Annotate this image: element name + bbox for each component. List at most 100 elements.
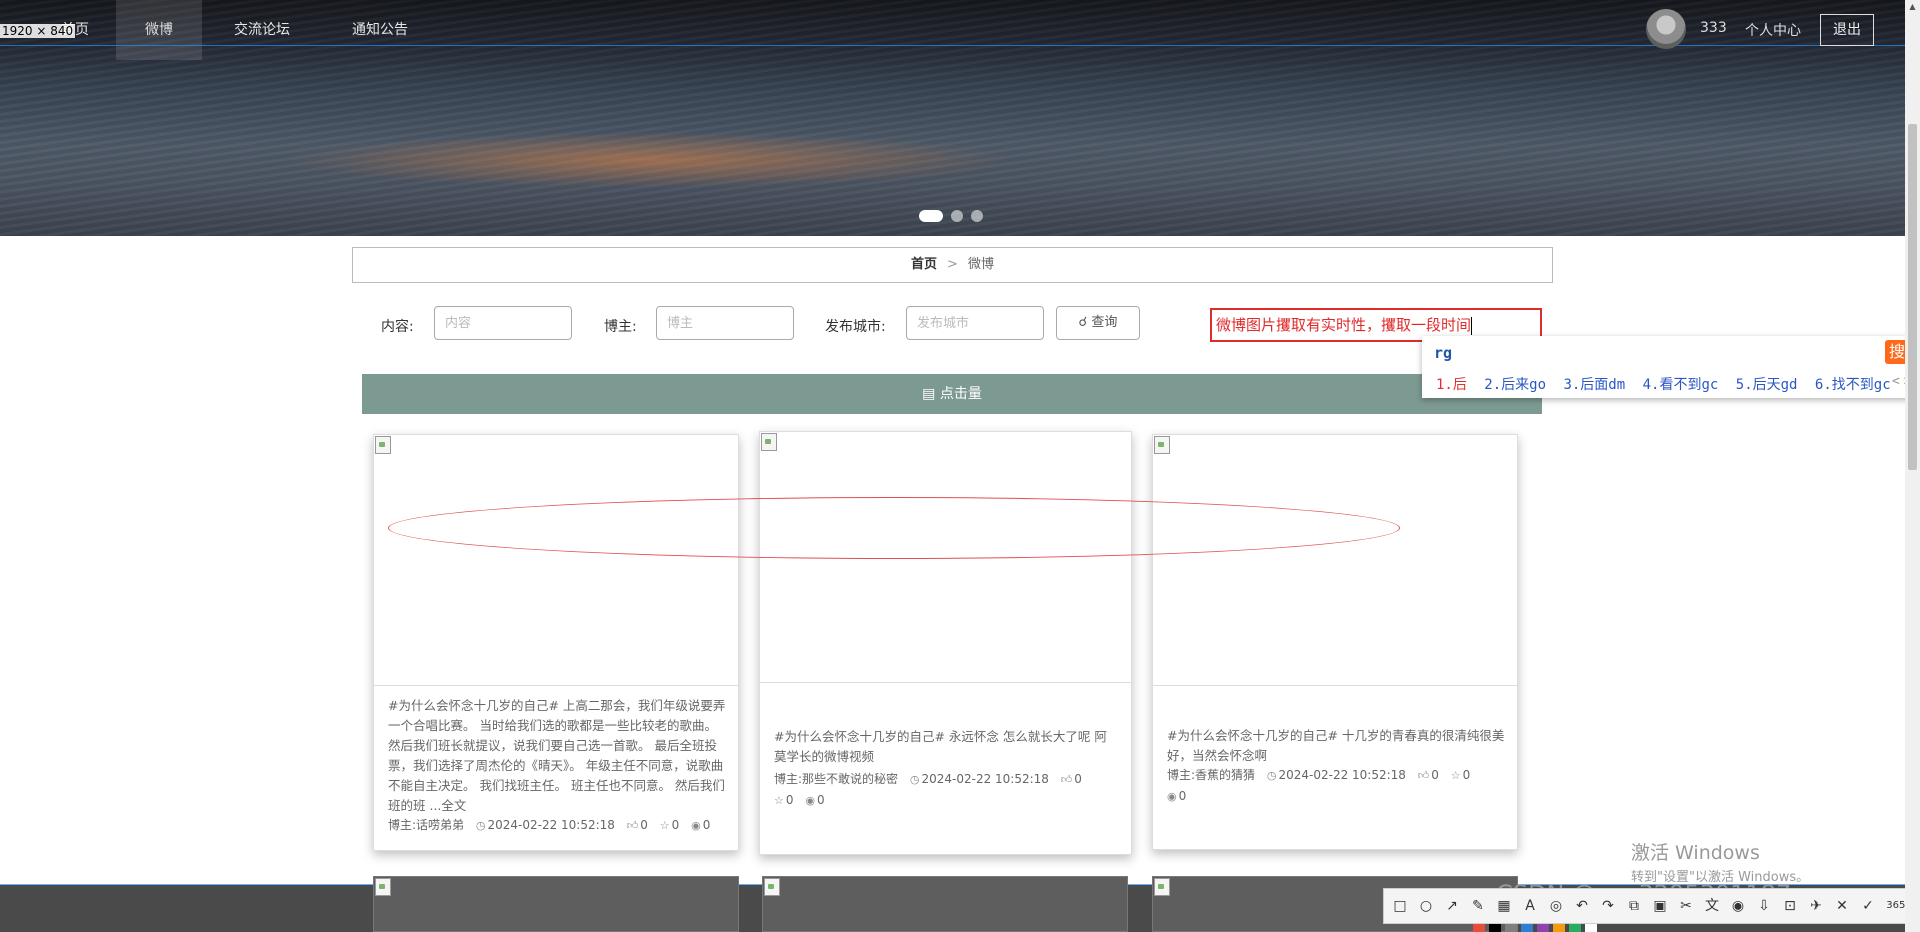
record-icon[interactable]: ◉ [1728, 896, 1748, 916]
broken-image-icon [375, 436, 391, 454]
post-author[interactable]: 博主:那些不敢说的秘密 [774, 772, 898, 786]
color-swatch[interactable] [1569, 924, 1581, 932]
clock-icon: ◷ [909, 773, 920, 786]
post-image[interactable] [1153, 435, 1517, 686]
color-swatch[interactable] [1521, 924, 1533, 932]
pen-icon[interactable]: ✎ [1468, 896, 1488, 916]
carousel-dot[interactable] [951, 210, 963, 222]
post-image[interactable] [760, 432, 1131, 683]
post-author[interactable]: 博主:话唠弟弟 [388, 818, 464, 832]
broken-image-icon [1154, 878, 1170, 896]
favorite-count: 0 [785, 793, 794, 807]
star-icon[interactable]: ☆ [774, 794, 784, 807]
view-count: 0 [1178, 789, 1187, 803]
post-time: 2024-02-22 10:52:18 [1278, 768, 1406, 782]
thumbs-up-icon[interactable]: 👍︎ [1061, 773, 1073, 786]
annotation-text: 微博图片攫取有实时性，攫取一段时间 [1216, 316, 1472, 334]
thumbs-up-icon[interactable]: 👍︎ [627, 819, 639, 832]
post-meta: 博主:话唠弟弟 ◷ 2024-02-22 10:52:18 👍︎ 0 ☆ 0 ◉ 0 [388, 815, 728, 836]
pin-icon[interactable]: ◎ [1546, 896, 1566, 916]
close-icon[interactable]: ✕ [1832, 896, 1852, 916]
avatar[interactable] [1646, 9, 1686, 49]
clock-icon: ◷ [1266, 769, 1277, 782]
ocr-icon[interactable]: ✂ [1676, 896, 1696, 916]
city-filter-label: 发布城市: [825, 319, 886, 335]
blogger-input[interactable] [656, 306, 794, 340]
color-swatch[interactable] [1553, 924, 1565, 932]
ime-candidate[interactable]: 6.找不到gc [1815, 377, 1891, 393]
nav-item-weibo[interactable]: 微博 [116, 0, 202, 60]
eye-icon: ◉ [1167, 790, 1177, 803]
post-card[interactable]: #为什么会怀念十几岁的自己# 永远怀念 怎么就长大了呢 阿莫学长的微博视频 博主… [759, 431, 1132, 855]
carousel-dot[interactable] [971, 210, 983, 222]
color-swatch[interactable] [1489, 924, 1501, 932]
post-image[interactable] [374, 435, 738, 686]
selection-guide-top [0, 45, 1905, 46]
arrow-icon[interactable]: ↗ [1442, 896, 1462, 916]
post-text[interactable]: #为什么会怀念十几岁的自己# 十几岁的青春真的很清纯很美好，当然会怀念啊 [1167, 726, 1505, 766]
mosaic-icon[interactable]: ▦ [1494, 896, 1514, 916]
rect-icon[interactable]: □ [1390, 896, 1410, 916]
eye-icon: ◉ [805, 794, 815, 807]
view-count: 0 [816, 793, 825, 807]
breadcrumb-separator: > [947, 257, 958, 272]
star-icon[interactable]: ☆ [660, 819, 670, 832]
ime-candidate[interactable]: 5.后天gd [1736, 377, 1798, 393]
post-author[interactable]: 博主:香蕉的猜猜 [1167, 768, 1255, 782]
post-card[interactable]: #为什么会怀念十几岁的自己# 十几岁的青春真的很清纯很美好，当然会怀念啊 博主:… [1152, 434, 1518, 850]
clip-icon[interactable]: ✈ [1806, 896, 1826, 916]
copy-icon[interactable]: ⧉ [1624, 896, 1644, 916]
chevron-left-icon[interactable]: < [1892, 374, 1900, 389]
broken-image-icon [1154, 436, 1170, 454]
color-swatch-row [1473, 924, 1633, 932]
post-text[interactable]: #为什么会怀念十几岁的自己# 上高二那会，我们年级说要弄一个合唱比赛。 当时给我… [388, 696, 726, 816]
post-meta: 博主:香蕉的猜猜 ◷ 2024-02-22 10:52:18 👍︎ 0 ☆ 0 ◉ 0 [1167, 765, 1507, 807]
redo-icon[interactable]: ↷ [1598, 896, 1618, 916]
nav-item-forum[interactable]: 交流论坛 [222, 0, 302, 60]
post-card-partial[interactable] [373, 876, 739, 932]
undo-icon[interactable]: ↶ [1572, 896, 1592, 916]
star-icon[interactable]: ☆ [1451, 769, 1461, 782]
content-input[interactable] [434, 306, 572, 340]
city-input[interactable] [906, 306, 1044, 340]
search-button-label: 查询 [1091, 315, 1118, 330]
color-swatch[interactable] [1537, 924, 1549, 932]
thumbs-up-icon[interactable]: 👍︎ [1418, 769, 1430, 782]
profile-link[interactable]: 个人中心 [1745, 20, 1801, 40]
dimension-badge: 1920 × 840 [0, 24, 76, 38]
color-swatch[interactable] [1585, 924, 1597, 932]
broken-image-icon [764, 878, 780, 896]
post-card[interactable]: #为什么会怀念十几岁的自己# 上高二那会，我们年级说要弄一个合唱比赛。 当时给我… [373, 434, 739, 851]
text-caret [1471, 316, 1473, 335]
click-count-sort-bar[interactable]: ▤ 点击量 [362, 374, 1542, 414]
crop-icon[interactable]: ⊡ [1780, 896, 1800, 916]
color-swatch[interactable] [1505, 924, 1517, 932]
breadcrumb: 首页 > 微博 [352, 247, 1553, 283]
ime-candidate[interactable]: 4.看不到gc [1643, 377, 1719, 393]
eye-icon: ◉ [691, 819, 701, 832]
confirm-icon[interactable]: ✓ [1858, 896, 1878, 916]
breadcrumb-home[interactable]: 首页 [911, 257, 937, 272]
blogger-filter-label: 博主: [604, 319, 637, 335]
ime-candidate[interactable]: 3.后面dm [1563, 377, 1625, 393]
screenshot-toolbar: □ ○ ↗ ✎ ▦ A ◎ ↶ ↷ ⧉ ▣ ✂ 文 ◉ ⇩ ⊡ ✈ ✕ ✓ 36… [1383, 888, 1920, 924]
post-time: 2024-02-22 10:52:18 [921, 772, 1049, 786]
ime-candidate[interactable]: 1.后 [1436, 377, 1467, 393]
logout-button[interactable]: 退出 [1820, 14, 1874, 46]
scroll-up-icon[interactable]: ▲ [1905, 0, 1920, 14]
save-icon[interactable]: ▣ [1650, 896, 1670, 916]
translate-icon[interactable]: 文 [1702, 896, 1722, 916]
ellipse-icon[interactable]: ○ [1416, 896, 1436, 916]
color-swatch[interactable] [1473, 924, 1485, 932]
text-icon[interactable]: A [1520, 896, 1540, 916]
nav-item-notices[interactable]: 通知公告 [340, 0, 420, 60]
post-card-partial[interactable] [762, 876, 1128, 932]
ime-candidate[interactable]: 2.后来go [1484, 377, 1546, 393]
search-button[interactable]: ☌ 查询 [1056, 306, 1140, 340]
download-icon[interactable]: ⇩ [1754, 896, 1774, 916]
post-text[interactable]: #为什么会怀念十几岁的自己# 永远怀念 怎么就长大了呢 阿莫学长的微博视频 [774, 727, 1119, 767]
like-count: 0 [640, 818, 648, 832]
carousel-dot[interactable] [919, 210, 943, 222]
scrollbar-thumb[interactable] [1908, 124, 1917, 470]
content-filter-label: 内容: [381, 319, 414, 335]
